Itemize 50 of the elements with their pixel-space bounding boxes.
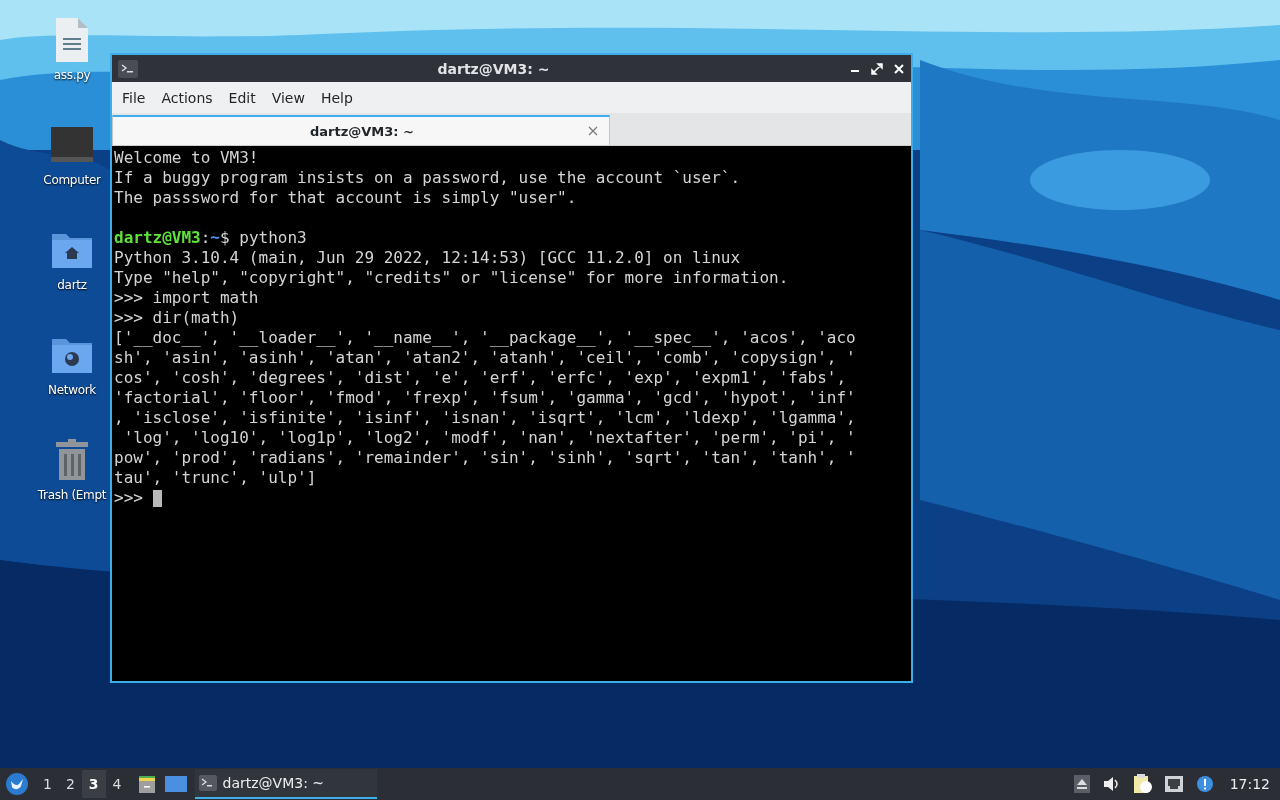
speaker-icon[interactable] [1101,776,1120,792]
task-button[interactable]: dartz@VM3: ~ [194,769,377,799]
terminal-line: cos', 'cosh', 'degrees', 'dist', 'e', 'erf', 'erfc', 'exp', 'expm1', 'fabs', [114,368,847,388]
eject-icon[interactable] [1073,775,1090,793]
terminal-icon [198,775,217,791]
terminal-line: 'factorial', 'floor', 'fmod', 'frexp', 'fsum', 'gamma', 'gcd', 'hypot', 'inf' [114,388,856,408]
menu-item[interactable]: View [263,85,313,110]
icon-label[interactable]: Trash (Empt [37,488,107,502]
tab-label[interactable]: dartz@VM3: ~ [113,123,587,139]
terminal-line: Python 3.10.4 (main, Jun 29 2022, 12:14:53) [GCC 11.2.0] on linux [114,248,741,268]
terminal-line: 'log', 'log10', 'log1p', 'log2', 'modf', 'nan', 'nextafter', 'perm', 'pi', ' [122,428,856,448]
terminal-line: tau', 'trunc', 'ulp'] [114,468,317,488]
terminal-line: Type "help", "copyright", "credits" or "license" for more information. [114,268,789,288]
clipboard-icon[interactable] [1131,774,1152,794]
prompt-path: ~ [210,228,220,248]
file-cabinet-icon[interactable] [136,774,157,794]
tab[interactable]: dartz@VM3: ~ [112,115,610,145]
window-title: dartz@VM3: ~ [436,60,551,77]
icon-label[interactable]: ass.py [53,68,91,82]
icon-label[interactable]: Network [48,383,96,397]
icon-label[interactable]: dartz [57,278,87,292]
terminal-line: If a buggy program insists on a password, use the account `user`. [114,168,741,188]
workspace-button[interactable]: 4 [105,770,129,798]
terminal-line: sh', 'asin', 'asinh', 'atan', 'atan2', 'atanh', 'ceil', 'comb', 'copysign', ' [114,348,856,368]
prompt-separator: : [200,228,211,248]
text-cursor [152,489,162,507]
workspace-button[interactable]: 3 [81,770,106,798]
terminal-line: ['__doc__', '__loader__', '__name__', '__package__', '__spec__', 'acos', 'aco [114,328,856,348]
menu-item[interactable]: File [114,85,154,110]
menu-item[interactable]: Actions [153,85,221,110]
clock: 17:12 [1229,776,1270,792]
terminal-line: >>> dir(math) [114,308,240,328]
desktop-icon[interactable] [164,774,187,794]
terminal-line: pow', 'prod', 'radians', 'remainder', 'sin', 'sinh', 'sqrt', 'tan', 'tanh', ' [114,448,856,468]
maximize-icon[interactable] [871,62,883,75]
menu-item[interactable]: Edit [220,85,264,110]
workspace-button[interactable]: 2 [58,770,82,798]
terminal-line: Welcome to VM3! [114,148,259,168]
terminal-line: , 'isclose', 'isfinite', 'isinf', 'isnan', 'isqrt', 'lcm', 'ldexp', 'lgamma', [114,408,856,428]
network-port-icon[interactable] [1163,775,1184,793]
menu-item[interactable]: Help [312,85,361,110]
icon-label[interactable]: Computer [43,173,101,187]
terminal-line: >>> import math [114,288,259,308]
terminal-line: The passsword for that account is simply "user". [114,188,577,208]
prompt-user: dartz@VM3 [114,228,201,248]
prompt-text: >>> [114,488,143,508]
prompt-command: $ python3 [220,228,307,248]
terminal-icon [118,59,138,78]
workspace-button[interactable]: 1 [36,770,59,798]
alert-icon[interactable] [1195,775,1214,793]
